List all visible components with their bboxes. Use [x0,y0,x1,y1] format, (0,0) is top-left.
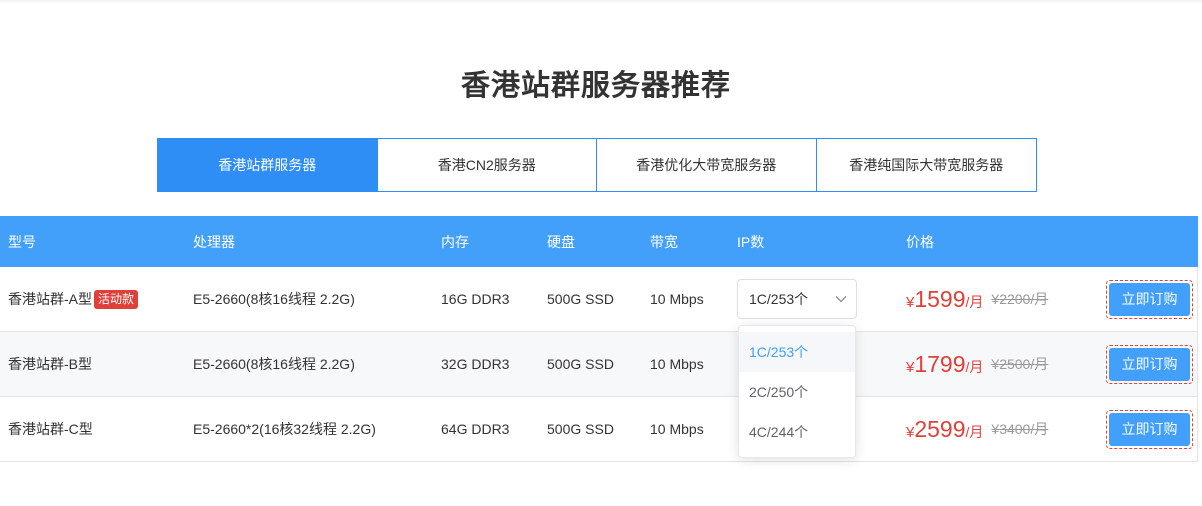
ip-dropdown-menu: 1C/253个 2C/250个 4C/244个 [738,325,856,458]
ip-option[interactable]: 4C/244个 [739,412,855,452]
header-price: 价格 [906,233,934,250]
memory-value: 16G DDR3 [441,291,510,307]
price-unit: /月 [965,293,984,310]
memory-value: 64G DDR3 [441,421,510,437]
current-price: ¥1599/月 [906,286,983,313]
table-header: 型号 处理器 内存 硬盘 带宽 IP数 价格 [0,216,1198,267]
tab-bar: 香港站群服务器 香港CN2服务器 香港优化大带宽服务器 香港纯国际大带宽服务器 [157,138,1037,192]
top-divider [0,0,1202,4]
price-number: 1599 [914,285,966,312]
tab-hk-international-bandwidth[interactable]: 香港纯国际大带宽服务器 [816,139,1036,191]
ip-select[interactable]: 1C/253个 [737,279,857,319]
header-disk: 硬盘 [547,233,575,250]
ip-option[interactable]: 2C/250个 [739,372,855,412]
tab-hk-station-group[interactable]: 香港站群服务器 [158,139,378,191]
disk-value: 500G SSD [547,421,614,437]
cpu-value: E5-2660(8核16线程 2.2G) [193,356,355,372]
order-button-focus-ring: 立即订购 [1106,344,1193,384]
current-price: ¥1799/月 [906,351,983,378]
header-bandwidth: 带宽 [650,233,678,250]
order-button[interactable]: 立即订购 [1109,347,1190,381]
memory-value: 32G DDR3 [441,356,510,372]
order-button-focus-ring: 立即订购 [1106,409,1193,449]
model-name: 香港站群-A型 [8,291,92,307]
table-row: 香港站群-A型 活动款 E5-2660(8核16线程 2.2G) 16G DDR… [0,267,1197,332]
table-row: 香港站群-C型 E5-2660*2(16核32线程 2.2G) 64G DDR3… [0,397,1197,462]
chevron-down-icon [835,296,847,303]
bandwidth-value: 10 Mbps [650,291,704,307]
order-button[interactable]: 立即订购 [1109,282,1190,316]
cpu-value: E5-2660(8核16线程 2.2G) [193,291,355,307]
tab-hk-optimized-bandwidth[interactable]: 香港优化大带宽服务器 [597,139,817,191]
order-button-focus-ring: 立即订购 [1106,279,1193,319]
tab-hk-cn2[interactable]: 香港CN2服务器 [377,139,597,191]
cpu-value: E5-2660*2(16核32线程 2.2G) [193,421,376,437]
promo-badge: 活动款 [94,289,139,309]
price-unit: /月 [965,423,984,440]
currency-symbol: ¥ [906,423,915,441]
table-row: 香港站群-B型 E5-2660(8核16线程 2.2G) 32G DDR3 50… [0,332,1197,397]
disk-value: 500G SSD [547,291,614,307]
price-unit: /月 [965,358,984,375]
ip-option[interactable]: 1C/253个 [739,332,855,372]
bandwidth-value: 10 Mbps [650,421,704,437]
ip-select-value: 1C/253个 [749,291,809,307]
original-price: ¥2200/月 [991,291,1049,307]
header-ip: IP数 [737,233,765,250]
currency-symbol: ¥ [906,358,915,376]
current-price: ¥2599/月 [906,416,983,443]
original-price: ¥2500/月 [991,356,1049,372]
original-price: ¥3400/月 [991,421,1049,437]
model-name: 香港站群-C型 [8,421,93,437]
page-title: 香港站群服务器推荐 [460,70,731,102]
header-model: 型号 [8,233,36,250]
server-table: 型号 处理器 内存 硬盘 带宽 IP数 价格 香港站群-A型 活动款 E5-26… [0,216,1198,462]
currency-symbol: ¥ [906,293,915,311]
bandwidth-value: 10 Mbps [650,356,704,372]
order-button[interactable]: 立即订购 [1109,412,1190,446]
disk-value: 500G SSD [547,356,614,372]
header-cpu: 处理器 [193,233,235,250]
model-name: 香港站群-B型 [8,356,92,372]
header-memory: 内存 [441,233,469,250]
price-number: 2599 [914,415,966,442]
price-number: 1799 [914,350,966,377]
